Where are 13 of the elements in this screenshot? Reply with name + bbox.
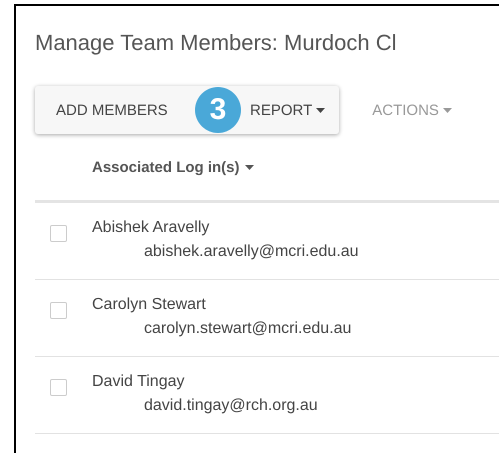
member-email: david.tingay@rch.org.au: [143, 397, 318, 415]
page-title: Manage Team Members: Murdoch Cl: [35, 30, 398, 56]
member-name: David Tingay: [92, 373, 186, 391]
member-name: Abishek Aravelly: [92, 219, 210, 237]
row-checkbox[interactable]: [50, 379, 67, 396]
member-email: carolyn.stewart@mcri.edu.au: [143, 320, 352, 338]
toolbar-button[interactable]: REPORT: [250, 102, 326, 118]
member-name: Carolyn Stewart: [92, 296, 207, 314]
column-header[interactable]: Associated Log in(s): [92, 158, 254, 176]
step-badge: 3: [195, 87, 241, 133]
row-checkbox[interactable]: [50, 302, 67, 319]
row-checkbox[interactable]: [50, 225, 67, 242]
member-email: abishek.aravelly@mcri.edu.au: [143, 243, 359, 261]
